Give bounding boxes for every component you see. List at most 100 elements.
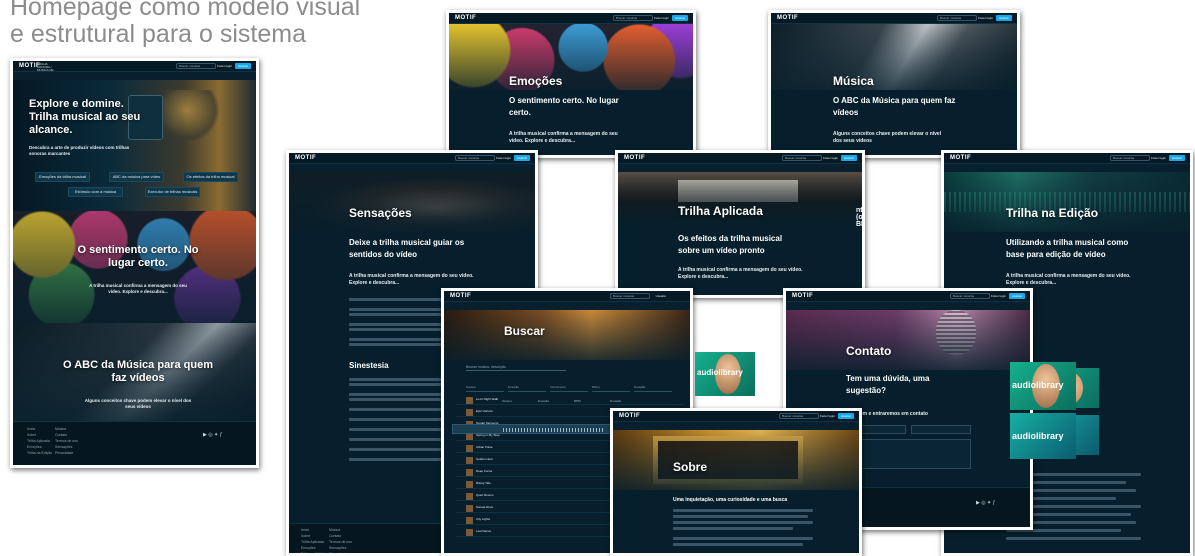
search-input[interactable]: Buscar músicas <box>782 155 822 161</box>
search-input[interactable]: Buscar músicas <box>937 15 977 21</box>
search-input[interactable]: Buscar músicas <box>1110 155 1150 161</box>
main-nav: InícioEmoçõesMúsicaTrilha AplicadaSensaç… <box>786 302 1030 316</box>
table-row[interactable]: Lo-Fi Night Walk <box>456 396 684 405</box>
track-title: Golden Hour <box>476 457 494 461</box>
brand-logo[interactable]: MOTIF <box>792 293 813 300</box>
footer-link[interactable]: Privacidade <box>329 551 357 553</box>
footer-links: Início MúsicaSobre ContatoTrilha Aplicada T… <box>27 426 87 456</box>
audiolibrary-badge-3[interactable]: audiolibrary <box>695 352 755 396</box>
audiolibrary-badge-1[interactable]: audiolibrary <box>1010 362 1076 410</box>
track-cover <box>466 529 473 536</box>
page-title: Música <box>833 74 874 88</box>
main-nav: InícioEmoçõesMúsicaTrilha AplicadaSensaç… <box>613 422 859 436</box>
footer-link[interactable]: Privacidade <box>55 450 83 456</box>
login-link[interactable]: Fazer login <box>820 413 835 419</box>
signup-button[interactable]: Assinar <box>841 155 857 161</box>
search-input[interactable]: Buscar músicas <box>779 413 819 419</box>
login-link[interactable]: Fazer login <box>654 15 669 21</box>
twitter-icon[interactable]: ✦ <box>987 500 991 506</box>
search-input[interactable]: Buscar músicas <box>455 155 495 161</box>
signup-button[interactable]: Assinar <box>235 63 251 69</box>
footer-link[interactable]: Trilha na Edição <box>27 450 55 456</box>
section-musica: O ABC da Música para quem faz vídeos Alg… <box>13 323 256 423</box>
top-bar: MOTIF Buscar músicas Fazer login Assinar <box>786 291 1030 302</box>
table-header: FaixaGêneroEmoçãoBPMDuração <box>466 389 676 403</box>
signup-button[interactable]: Assinar <box>1009 293 1025 299</box>
section2-text: Alguns conceitos chave podem elevar o ní… <box>84 398 192 409</box>
caption-line2: e estrutural para o sistema <box>10 20 306 48</box>
page-title: Buscar <box>504 324 545 338</box>
signup-button[interactable]: Assinar <box>514 155 530 161</box>
button-efeitos[interactable]: Os efeitos da trilha musical <box>183 172 238 182</box>
brand-logo[interactable]: MOTIF <box>450 293 471 300</box>
top-bar: MOTIF Buscar músicas Fazer login Assinar <box>613 411 859 422</box>
search-input[interactable]: Buscar músicas <box>613 15 653 21</box>
button-abc[interactable]: ABC da música para vídeo <box>109 172 164 182</box>
button-executor[interactable]: Executor de trilhas musicais <box>145 187 200 197</box>
signup-button[interactable]: Assinar <box>672 15 688 21</box>
brand-logo[interactable]: MOTIF <box>777 15 798 22</box>
top-bar: MOTIF Buscar músicas Usuário <box>444 291 690 302</box>
instagram-icon[interactable]: ◎ <box>208 432 212 438</box>
track-title: Deep Focus <box>476 469 493 473</box>
musica-hero: Música <box>771 24 1017 90</box>
signup-button[interactable]: Assinar <box>838 413 854 419</box>
text-line <box>673 515 808 518</box>
user-menu[interactable]: Usuário <box>656 293 666 299</box>
facebook-icon[interactable]: ƒ <box>993 500 996 506</box>
page-subtitle: O ABC da Música para quem faz vídeos <box>833 96 956 117</box>
page-intro: A trilha musical confirma a mensagem do … <box>509 131 618 144</box>
track-title: Quiet Rooms <box>476 493 494 497</box>
login-link[interactable]: Fazer login <box>823 155 838 161</box>
track-title: Epic Horizon <box>476 409 494 413</box>
footer-link[interactable]: Trilha na Edição <box>301 551 329 553</box>
brand-logo[interactable]: MOTIF <box>624 155 645 162</box>
twitter-icon[interactable]: ✦ <box>214 432 218 438</box>
page-subtitle: Tem uma dúvida, uma sugestão? <box>846 374 930 395</box>
search-field[interactable]: Buscar música, descrição <box>466 363 566 371</box>
caption-line1: Homepage como modelo visual <box>10 0 361 21</box>
main-nav: InícioEmoçõesMúsicaTrilha AplicadaSensaç… <box>944 164 1190 178</box>
page-intro: A trilha musical confirma a mensagem do … <box>349 273 474 286</box>
brand-logo[interactable]: MOTIF <box>455 15 476 22</box>
youtube-icon[interactable]: ▶ <box>976 500 980 506</box>
home-footer: Início MúsicaSobre ContatoTrilha Aplicada T… <box>13 421 256 465</box>
section1-title: O sentimento certo. No lugar certo. <box>77 244 199 269</box>
facebook-icon[interactable]: ƒ <box>220 432 223 438</box>
instagram-icon[interactable]: ◎ <box>981 500 985 506</box>
login-link[interactable]: Fazer login <box>978 15 993 21</box>
email-field[interactable] <box>911 425 971 434</box>
sensacoes-hero: Sensações <box>289 172 535 232</box>
mockup-collage: Homepage como modelo visual e estrutural… <box>0 0 1195 556</box>
audiolibrary-badge-2[interactable]: audiolibrary <box>1010 413 1076 459</box>
search-input[interactable]: Buscar músicas <box>950 293 990 299</box>
track-cover <box>466 397 473 404</box>
page-title: Contato <box>846 344 892 358</box>
youtube-icon[interactable]: ▶ <box>203 432 207 438</box>
brand-logo[interactable]: MOTIF <box>950 155 971 162</box>
brand-logo[interactable]: MOTIF <box>619 413 640 420</box>
track-cover <box>466 517 473 524</box>
login-link[interactable]: Fazer login <box>217 63 232 69</box>
search-input[interactable]: Buscar músicas <box>610 293 650 299</box>
message-field[interactable] <box>846 439 971 469</box>
login-link[interactable]: Fazer login <box>1151 155 1166 161</box>
signup-button[interactable]: Assinar <box>996 15 1012 21</box>
page-subtitle: O sentimento certo. No lugar certo. <box>509 96 619 117</box>
audio-player[interactable] <box>452 424 617 434</box>
brand-logo[interactable]: MOTIF <box>295 155 316 162</box>
login-link[interactable]: Fazer login <box>496 155 511 161</box>
text-line <box>349 343 449 346</box>
signup-button[interactable]: Assinar <box>1169 155 1185 161</box>
login-link[interactable]: Fazer login <box>991 293 1006 299</box>
page-subtitle: Os efeitos da trilha musical sobre um ví… <box>678 234 783 255</box>
top-bar: MOTIF Buscar músicas Fazer login Assinar <box>771 13 1017 24</box>
search-input[interactable]: Buscar músicas <box>176 63 216 69</box>
section-emocoes: O sentimento certo. No lugar certo. A tr… <box>13 211 256 323</box>
page-title: Trilha na Edição <box>1006 206 1099 220</box>
button-estimulo[interactable]: Estímulo com a música <box>68 187 123 197</box>
page-subtitle: Utilizando a trilha musical como base pa… <box>1006 238 1129 259</box>
sobre-hero: Sobre <box>613 430 859 490</box>
main-nav: InícioEmoçõesMúsicaTrilha AplicadaSensaç… <box>13 72 256 86</box>
button-emocoes[interactable]: Emoções da trilha musical <box>35 172 90 182</box>
